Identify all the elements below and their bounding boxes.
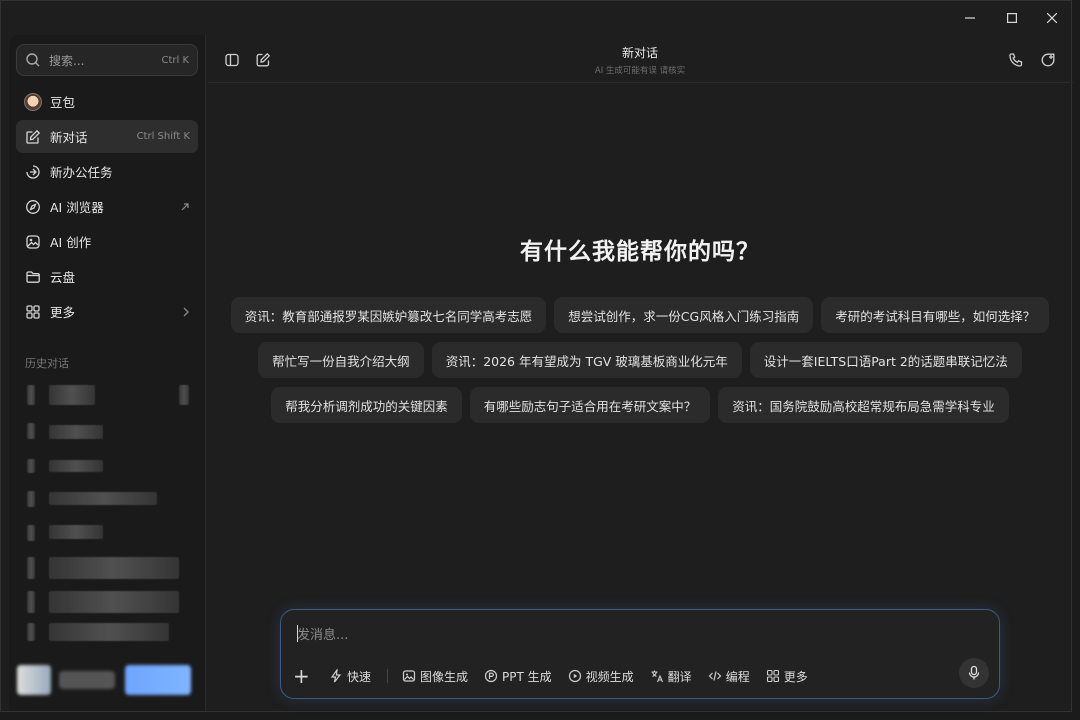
search-box[interactable]: 搜索... Ctrl K — [16, 44, 198, 76]
history-item[interactable] — [27, 591, 35, 613]
history-item[interactable] — [49, 591, 179, 613]
suggestion-row: 帮忙写一份自我介绍大纲 资讯：2026 年有望成为 TGV 玻璃基板商业化元年 … — [207, 342, 1073, 378]
history-item[interactable] — [27, 385, 35, 405]
minimize-icon — [965, 17, 975, 19]
microphone-icon — [968, 665, 980, 680]
upgrade-badge-blurred[interactable] — [125, 665, 191, 695]
attach-button[interactable]: + — [293, 664, 310, 688]
grid-icon — [766, 669, 780, 683]
composer-toolbar: + 快速 图像生成 PPT 生成 视频生成 翻译 编程 更多 — [293, 662, 824, 690]
code-icon — [708, 669, 722, 683]
main-panel: 新对话 AI 生成可能有误 请核实 有什么我能帮你的吗？ 资讯：教育部通报罗某因… — [207, 35, 1073, 711]
code-button[interactable]: 编程 — [708, 668, 750, 685]
more-tools-button[interactable]: 更多 — [766, 668, 808, 685]
bolt-icon — [329, 669, 343, 683]
sidebar-item-doubao[interactable]: 豆包 — [16, 85, 198, 118]
history-item[interactable] — [27, 491, 35, 507]
history-item[interactable] — [49, 385, 95, 405]
search-icon — [25, 52, 41, 68]
office-task-icon — [24, 163, 42, 181]
suggestion-chip[interactable]: 帮忙写一份自我介绍大纲 — [258, 342, 424, 378]
history-item[interactable] — [27, 557, 35, 579]
toolbar-divider — [387, 669, 389, 683]
fast-mode-button[interactable]: 快速 — [329, 668, 371, 685]
suggestion-chip[interactable]: 设计一套IELTS口语Part 2的话题串联记忆法 — [749, 342, 1022, 378]
suggestion-chip[interactable]: 资讯：国务院鼓励高校超常规布局急需学科专业 — [718, 387, 1009, 423]
search-shortcut: Ctrl K — [161, 54, 189, 66]
video-gen-button[interactable]: 视频生成 — [568, 668, 634, 685]
user-name-blurred — [59, 671, 115, 689]
sidebar-item-office-task[interactable]: 新办公任务 — [16, 155, 198, 188]
maximize-button[interactable] — [991, 1, 1033, 35]
close-button[interactable] — [1031, 1, 1073, 35]
history-item[interactable] — [27, 423, 35, 439]
suggestion-chip[interactable]: 资讯：教育部通报罗某因嫉妒篡改七名同学高考志愿 — [230, 297, 547, 333]
search-placeholder: 搜索... — [49, 53, 85, 68]
history-item[interactable] — [49, 460, 103, 472]
sidebar: 搜索... Ctrl K 豆包 新对话 Ctrl Shift K 新办公任务 A… — [9, 35, 206, 711]
suggestion-row: 帮我分析调剂成功的关键因素 有哪些励志句子适合用在考研文案中？ 资讯：国务院鼓励… — [207, 387, 1073, 423]
grid-icon — [24, 303, 42, 321]
chevron-right-icon — [182, 307, 190, 317]
message-input[interactable]: 发消息... — [297, 624, 348, 643]
history-item[interactable] — [49, 623, 169, 641]
chat-plus-icon — [1041, 53, 1055, 67]
history-item[interactable] — [49, 525, 103, 539]
user-avatar-blurred[interactable] — [17, 665, 51, 695]
welcome-heading: 有什么我能帮你的吗？ — [520, 239, 760, 265]
message-composer[interactable]: 发消息... + 快速 图像生成 PPT 生成 视频生成 翻译 编程 更多 — [280, 609, 1000, 699]
history-item[interactable] — [27, 525, 35, 541]
conversation-title: 新对话 — [621, 46, 658, 60]
history-item[interactable] — [27, 623, 35, 641]
sidebar-item-ai-browser[interactable]: AI 浏览器 — [16, 190, 198, 223]
compass-icon — [24, 198, 42, 216]
suggestion-row: 资讯：教育部通报罗某因嫉妒篡改七名同学高考志愿 想尝试创作，求一份CG风格入门练… — [207, 297, 1073, 333]
avatar — [24, 92, 42, 111]
history-item[interactable] — [49, 557, 179, 579]
image-create-icon — [24, 233, 42, 251]
title-bar — [1, 1, 1071, 35]
history-item[interactable] — [49, 425, 103, 439]
phone-icon — [1009, 53, 1023, 67]
sidebar-nav: 豆包 新对话 Ctrl Shift K 新办公任务 AI 浏览器 AI 创作 云… — [16, 85, 198, 330]
edit-icon — [24, 128, 42, 146]
ppt-icon — [484, 669, 498, 683]
history-item[interactable] — [179, 385, 189, 405]
new-chat-shortcut: Ctrl Shift K — [136, 131, 190, 142]
suggestion-chip[interactable]: 想尝试创作，求一份CG风格入门练习指南 — [554, 297, 814, 333]
sidebar-item-ai-create[interactable]: AI 创作 — [16, 225, 198, 258]
minimize-button[interactable] — [949, 1, 991, 35]
history-title: 历史对话 — [25, 357, 69, 370]
close-icon — [1047, 13, 1057, 23]
ppt-gen-button[interactable]: PPT 生成 — [484, 668, 552, 685]
suggestion-chip[interactable]: 考研的考试科目有哪些，如何选择？ — [821, 297, 1050, 333]
history-item[interactable] — [49, 492, 157, 505]
translate-icon — [650, 669, 664, 683]
conversation-disclaimer: AI 生成可能有误 请核实 — [594, 66, 686, 76]
voice-input-button[interactable] — [959, 658, 989, 688]
top-bar: 新对话 AI 生成可能有误 请核实 — [207, 35, 1073, 83]
call-button[interactable] — [1005, 49, 1027, 71]
history-item[interactable] — [27, 459, 35, 473]
app-window: 搜索... Ctrl K 豆包 新对话 Ctrl Shift K 新办公任务 A… — [0, 0, 1073, 712]
sidebar-item-cloud-drive[interactable]: 云盘 — [16, 260, 198, 293]
maximize-icon — [1007, 13, 1017, 23]
new-window-button[interactable] — [1037, 49, 1059, 71]
folder-icon — [24, 268, 42, 286]
image-gen-button[interactable]: 图像生成 — [402, 668, 468, 685]
external-link-icon — [180, 202, 190, 212]
image-icon — [402, 669, 416, 683]
suggestion-chip[interactable]: 帮我分析调剂成功的关键因素 — [271, 387, 462, 423]
translate-button[interactable]: 翻译 — [650, 668, 692, 685]
suggestion-chip[interactable]: 有哪些励志句子适合用在考研文案中？ — [469, 387, 711, 423]
suggestion-chip[interactable]: 资讯：2026 年有望成为 TGV 玻璃基板商业化元年 — [431, 342, 742, 378]
sidebar-item-more[interactable]: 更多 — [16, 295, 198, 328]
video-icon — [568, 669, 582, 683]
sidebar-item-new-chat[interactable]: 新对话 Ctrl Shift K — [16, 120, 198, 153]
